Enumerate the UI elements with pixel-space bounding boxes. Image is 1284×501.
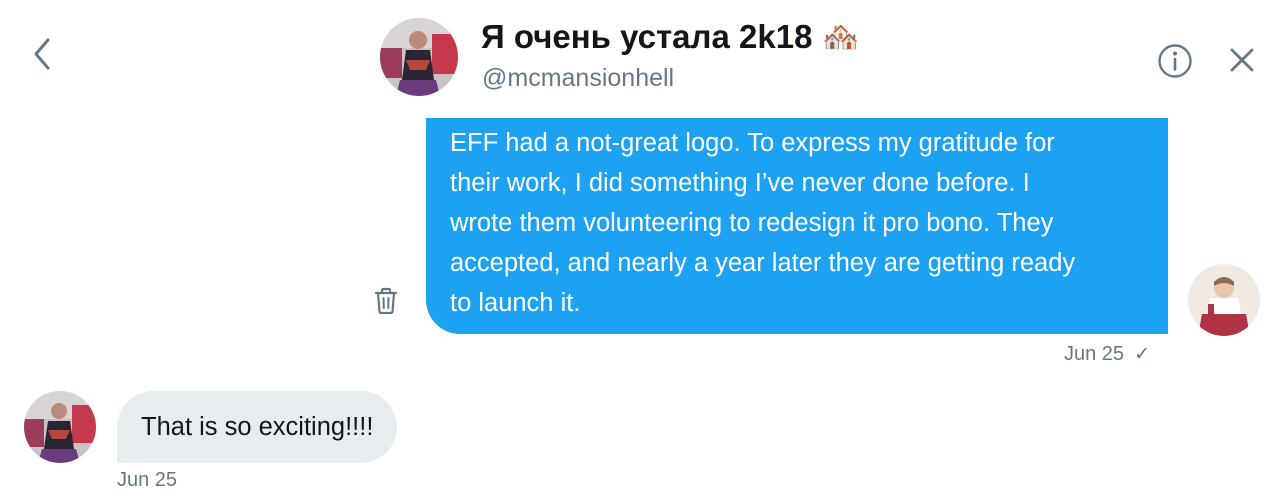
check-icon: ✓ [1134, 344, 1150, 365]
delete-message-button[interactable] [372, 286, 400, 316]
info-circle-icon [1158, 44, 1192, 78]
sender-avatar[interactable] [24, 391, 96, 463]
received-message-date: Jun 25 [117, 469, 178, 491]
message-line: their work, I did something I’ve never d… [450, 169, 1030, 197]
conversation-handle: @mcmansionhell [482, 64, 675, 92]
back-button[interactable] [24, 34, 60, 74]
house-emoji-icon: 🏘️ [822, 20, 860, 54]
message-line: accepted, and nearly a year later they a… [450, 249, 1076, 277]
sent-message-date: Jun 25 [1064, 343, 1125, 365]
conversation-avatar[interactable] [380, 18, 458, 96]
received-message-bubble[interactable]: That is so exciting!!!! [117, 391, 398, 463]
sent-message-meta: Jun 25 ✓ [1064, 343, 1150, 366]
trash-icon [374, 287, 398, 315]
info-button[interactable] [1156, 42, 1194, 80]
message-line: to launch it. [450, 289, 581, 317]
close-button[interactable] [1224, 42, 1260, 78]
conversation-name: Я очень устала 2k18 🏘️ [481, 18, 860, 56]
sent-message-bubble[interactable]: EFF had a not-great logo. To express my … [426, 118, 1168, 334]
message-line: wrote them volunteering to redesign it p… [450, 209, 1054, 237]
my-avatar[interactable] [1188, 264, 1260, 336]
message-line: EFF had a not-great logo. To express my … [450, 129, 1055, 157]
close-x-icon [1230, 48, 1254, 72]
chevron-left-icon [34, 38, 50, 70]
conversation-name-text: Я очень устала 2k18 [481, 18, 813, 55]
